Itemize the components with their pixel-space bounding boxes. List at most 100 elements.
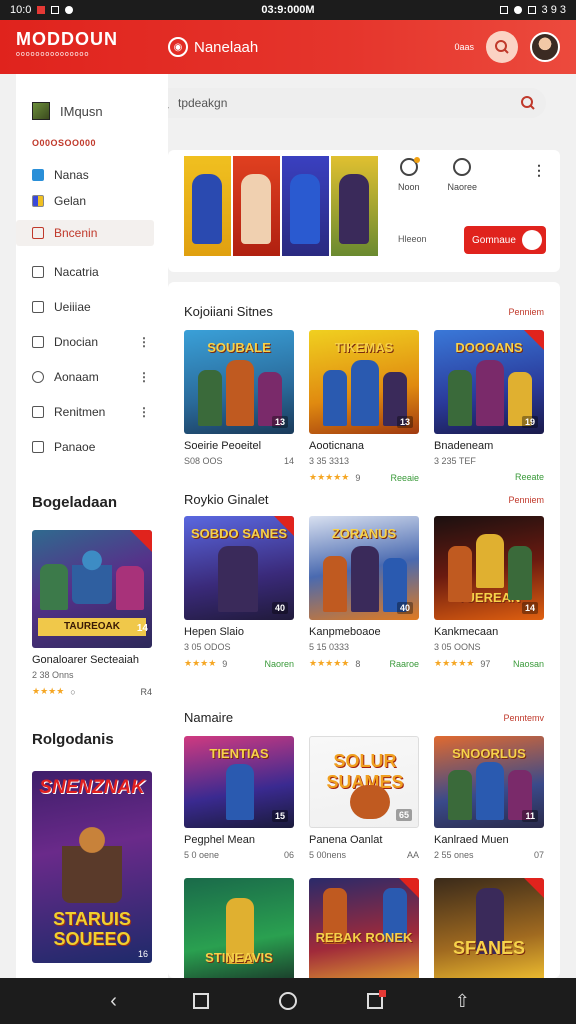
- sidebar-app-header[interactable]: IMqusn: [16, 74, 168, 130]
- game-thumbnail[interactable]: STINEAVIS: [184, 878, 294, 978]
- game-card[interactable]: SFANES: [434, 878, 544, 978]
- user-avatar[interactable]: [530, 32, 560, 62]
- game-title: Kankmecaan: [434, 626, 499, 638]
- game-card[interactable]: SNOORLUS 11 Kanlraed Muen 2 55 ones 07: [434, 736, 544, 860]
- home-icon: [32, 227, 44, 239]
- poster-badge: 16: [137, 949, 148, 959]
- game-thumbnail[interactable]: SFANES: [434, 878, 544, 978]
- more-icon[interactable]: ⋮: [138, 335, 150, 349]
- header-search-button[interactable]: [486, 31, 518, 63]
- game-thumbnail[interactable]: ZORANUS 40: [309, 516, 419, 620]
- recent-apps-icon[interactable]: [367, 990, 387, 1009]
- game-subtitle: 5 15 0333: [309, 642, 350, 652]
- section-link[interactable]: Penniem: [508, 307, 544, 317]
- more-icon[interactable]: ⋮: [138, 405, 150, 419]
- game-card[interactable]: TIENTIAS 15 Pegphel Mean 5 0 oene 06: [184, 736, 294, 860]
- game-thumbnail[interactable]: SOLUR SUAMES 65: [309, 736, 419, 828]
- logo-text: MODDOUN: [16, 29, 118, 49]
- app-logo[interactable]: MODDOUN OOOOOOOOOOOOOOO: [16, 29, 136, 63]
- status-time: 03:9:000M: [261, 4, 315, 16]
- sidebar-item-3[interactable]: Nacatria: [16, 254, 168, 289]
- rating-stars: ★★★★★: [309, 472, 350, 482]
- sidebar-app-title: IMqusn: [60, 103, 103, 119]
- sidebar-item-7[interactable]: Renitmen ⋮: [16, 394, 168, 429]
- clock-icon: [32, 370, 44, 383]
- game-subtitle: 3 35 3313: [309, 456, 350, 466]
- game-thumbnail[interactable]: TIENTIAS 15: [184, 736, 294, 828]
- search-input[interactable]: tpdeakgn: [178, 96, 227, 110]
- more-icon[interactable]: ⋮: [138, 370, 150, 384]
- sidebar-item-1[interactable]: Gelan: [16, 188, 168, 214]
- sidebar-item-8[interactable]: Panaoe: [16, 429, 168, 464]
- game-thumbnail[interactable]: TUEREAN 14: [434, 516, 544, 620]
- more-icon[interactable]: ⋮: [532, 162, 546, 179]
- featured-banner[interactable]: [184, 156, 378, 256]
- game-card[interactable]: SOLUR SUAMES 65 Panena Oanlat 5 00nens AA: [309, 736, 419, 860]
- sidebar-item-label: Panaoe: [54, 439, 96, 454]
- featured-action-1[interactable]: Naoree: [448, 158, 477, 192]
- game-card[interactable]: ZORANUS 40 Kanpmeboaoe 5 15 0333 ★★★★★ 8 Ra…: [309, 516, 419, 669]
- back-icon[interactable]: ‹: [102, 989, 126, 1013]
- sidebar-item-4[interactable]: Ueiiiae: [16, 289, 168, 324]
- status-bar: 10:0 03:9:000M 3 9 3: [0, 0, 576, 20]
- search-icon: [168, 107, 169, 109]
- game-card[interactable]: STINEAVIS: [184, 878, 294, 978]
- vibrate-icon: [499, 6, 508, 14]
- game-thumbnail[interactable]: SOBDO SANES 40: [184, 516, 294, 620]
- share-icon[interactable]: ⇧: [450, 989, 474, 1013]
- game-card[interactable]: SOUBALE 13 Soeirie Peoeitel S08 OOS 14: [184, 330, 294, 483]
- grid-icon: [32, 405, 44, 418]
- tile-text: SOBDO SANES: [190, 526, 288, 541]
- tile-text: ZORANUS: [331, 526, 397, 541]
- header-brand[interactable]: ◉ Nanelaah: [168, 37, 258, 57]
- app-header: MODDOUN OOOOOOOOOOOOOOO ◉ Nanelaah 0aas: [0, 20, 576, 74]
- game-card[interactable]: REBAK RONEK: [309, 878, 419, 978]
- search-bar[interactable]: tpdeakgn: [168, 88, 546, 118]
- section-link[interactable]: Penntemv: [503, 713, 544, 723]
- game-thumbnail[interactable]: SNOORLUS 11: [434, 736, 544, 828]
- sidebar-item-6[interactable]: Aonaam ⋮: [16, 359, 168, 394]
- game-card[interactable]: DOOOANS 19 Bnadeneam 3 235 TEF Reeate: [434, 330, 544, 483]
- game-thumbnail[interactable]: TIKEMAS 13: [309, 330, 419, 434]
- notification-icon: [399, 157, 420, 176]
- sidebar-item-0[interactable]: Nanas: [16, 162, 168, 188]
- sidebar-heading-featured: Bogeladaan: [32, 494, 118, 511]
- game-sub-right: 07: [533, 850, 544, 860]
- sidebar-item-5[interactable]: Dnocian ⋮: [16, 324, 168, 359]
- sidebar-game-card[interactable]: TAUREOAK 14 Gonaloarer Secteaiah 2 38 On…: [32, 530, 152, 697]
- game-thumbnail[interactable]: REBAK RONEK: [309, 878, 419, 978]
- game-card[interactable]: TIKEMAS 13 Aooticnana 3 35 3313 ★★★★★ 9 Ree…: [309, 330, 419, 483]
- section-header: Roykio Ginalet Penniem: [184, 492, 544, 507]
- featured-button[interactable]: Gomnaue: [464, 226, 546, 254]
- rating-stars: ★★★★: [32, 686, 65, 696]
- game-thumbnail[interactable]: TAUREOAK 14: [32, 530, 152, 648]
- game-title: Bnadeneam: [434, 440, 494, 452]
- search-submit-icon[interactable]: [520, 95, 536, 111]
- game-thumbnail[interactable]: SOUBALE 13: [184, 330, 294, 434]
- home-icon[interactable]: [278, 992, 297, 1010]
- overview-icon[interactable]: [192, 993, 209, 1009]
- game-status: Naoren: [264, 658, 294, 669]
- game-meta: R4: [140, 686, 152, 697]
- featured-note: Hleeon: [398, 234, 427, 244]
- game-card[interactable]: SOBDO SANES 40 Hepen Slaio 3 05 ODOS ★★★★…: [184, 516, 294, 669]
- game-status: Reeaie: [390, 472, 419, 483]
- rating-stars: ★★★★: [184, 658, 217, 668]
- featured-action-0[interactable]: Noon: [398, 157, 420, 192]
- circle-icon: [453, 158, 472, 176]
- notification-icon: [37, 6, 46, 14]
- section-title: Roykio Ginalet: [184, 492, 269, 507]
- game-card[interactable]: TUEREAN 14 Kankmecaan 3 05 OONS ★★★★★ 97 Na…: [434, 516, 544, 669]
- sidebar-poster[interactable]: SNENZNAK STARUIS SOUEEO 16: [32, 771, 152, 963]
- game-badge: 15: [271, 810, 288, 822]
- game-subtitle: 3 05 ODOS: [184, 642, 231, 652]
- sidebar-item-label: Bncenin: [54, 226, 98, 240]
- section-link[interactable]: Penniem: [508, 495, 544, 505]
- game-thumbnail[interactable]: DOOOANS 19: [434, 330, 544, 434]
- game-subtitle: 5 0 oene: [184, 850, 220, 860]
- game-subtitle: S08 OOS: [184, 456, 223, 466]
- game-status: Raaroe: [389, 658, 419, 669]
- sidebar-item-2[interactable]: Bncenin: [16, 220, 154, 246]
- game-title: Aooticnana: [309, 440, 365, 452]
- game-sub-right: 06: [283, 850, 294, 860]
